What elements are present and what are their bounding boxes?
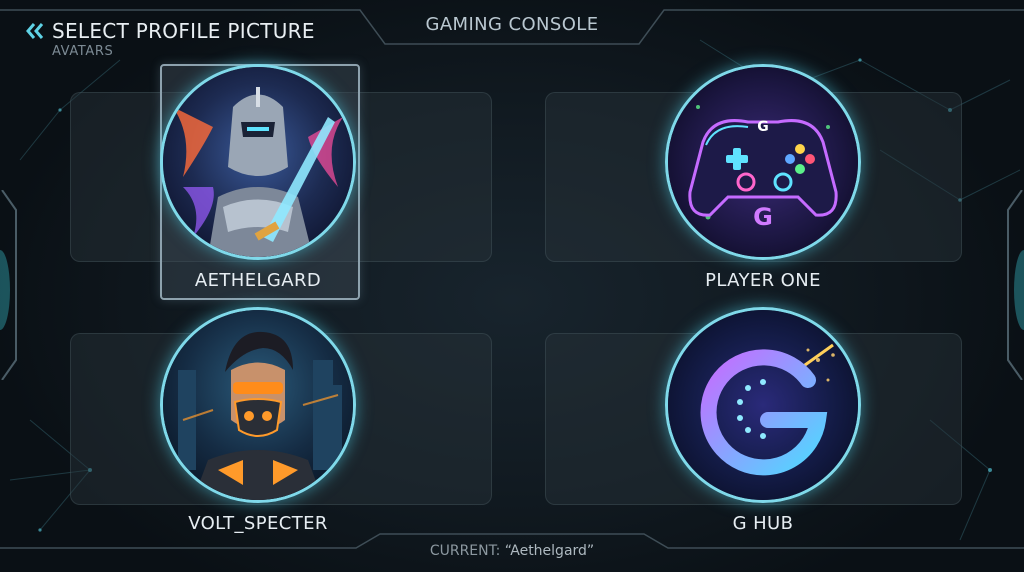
neon-game-controller-avatar-icon: G G	[668, 67, 858, 257]
glowing-g-logo-avatar-icon	[668, 310, 858, 500]
svg-text:G: G	[753, 203, 773, 231]
current-selection-text: CURRENT: “Aethelgard”	[380, 543, 644, 559]
avatar-name-label: G HUB	[732, 513, 794, 534]
avatar-option-g-hub[interactable]: G HUB	[665, 307, 865, 547]
current-prefix: CURRENT:	[429, 543, 501, 559]
armored-knight-avatar-icon	[163, 67, 353, 257]
tab-gaming-console[interactable]: GAMING CONSOLE	[385, 14, 639, 35]
left-frame-bracket	[1, 190, 17, 380]
right-frame-bracket	[1007, 190, 1023, 380]
page-subtitle: AVATARS	[52, 44, 114, 59]
cyberpunk-masked-character-avatar-icon	[163, 310, 353, 500]
avatar-name-label: VOLT_SPECTER	[188, 513, 328, 534]
avatar-name-label: AETHELGARD	[194, 270, 322, 291]
avatar-image-frame: G G	[665, 64, 861, 260]
avatar-option-volt-specter[interactable]: VOLT_SPECTER	[160, 307, 360, 547]
avatar-name-label: PLAYER ONE	[705, 270, 821, 291]
avatar-image-frame	[160, 64, 356, 260]
double-chevron-left-icon[interactable]	[24, 20, 48, 42]
current-value: “Aethelgard”	[504, 543, 595, 559]
avatar-image-frame	[160, 307, 356, 503]
avatar-image-frame	[665, 307, 861, 503]
avatar-option-player-one[interactable]: G G PLAYER ONE	[665, 64, 865, 304]
svg-text:G: G	[757, 119, 769, 135]
avatar-option-aethelgard[interactable]: AETHELGARD	[160, 64, 360, 304]
page-title: SELECT PROFILE PICTURE	[52, 19, 315, 43]
